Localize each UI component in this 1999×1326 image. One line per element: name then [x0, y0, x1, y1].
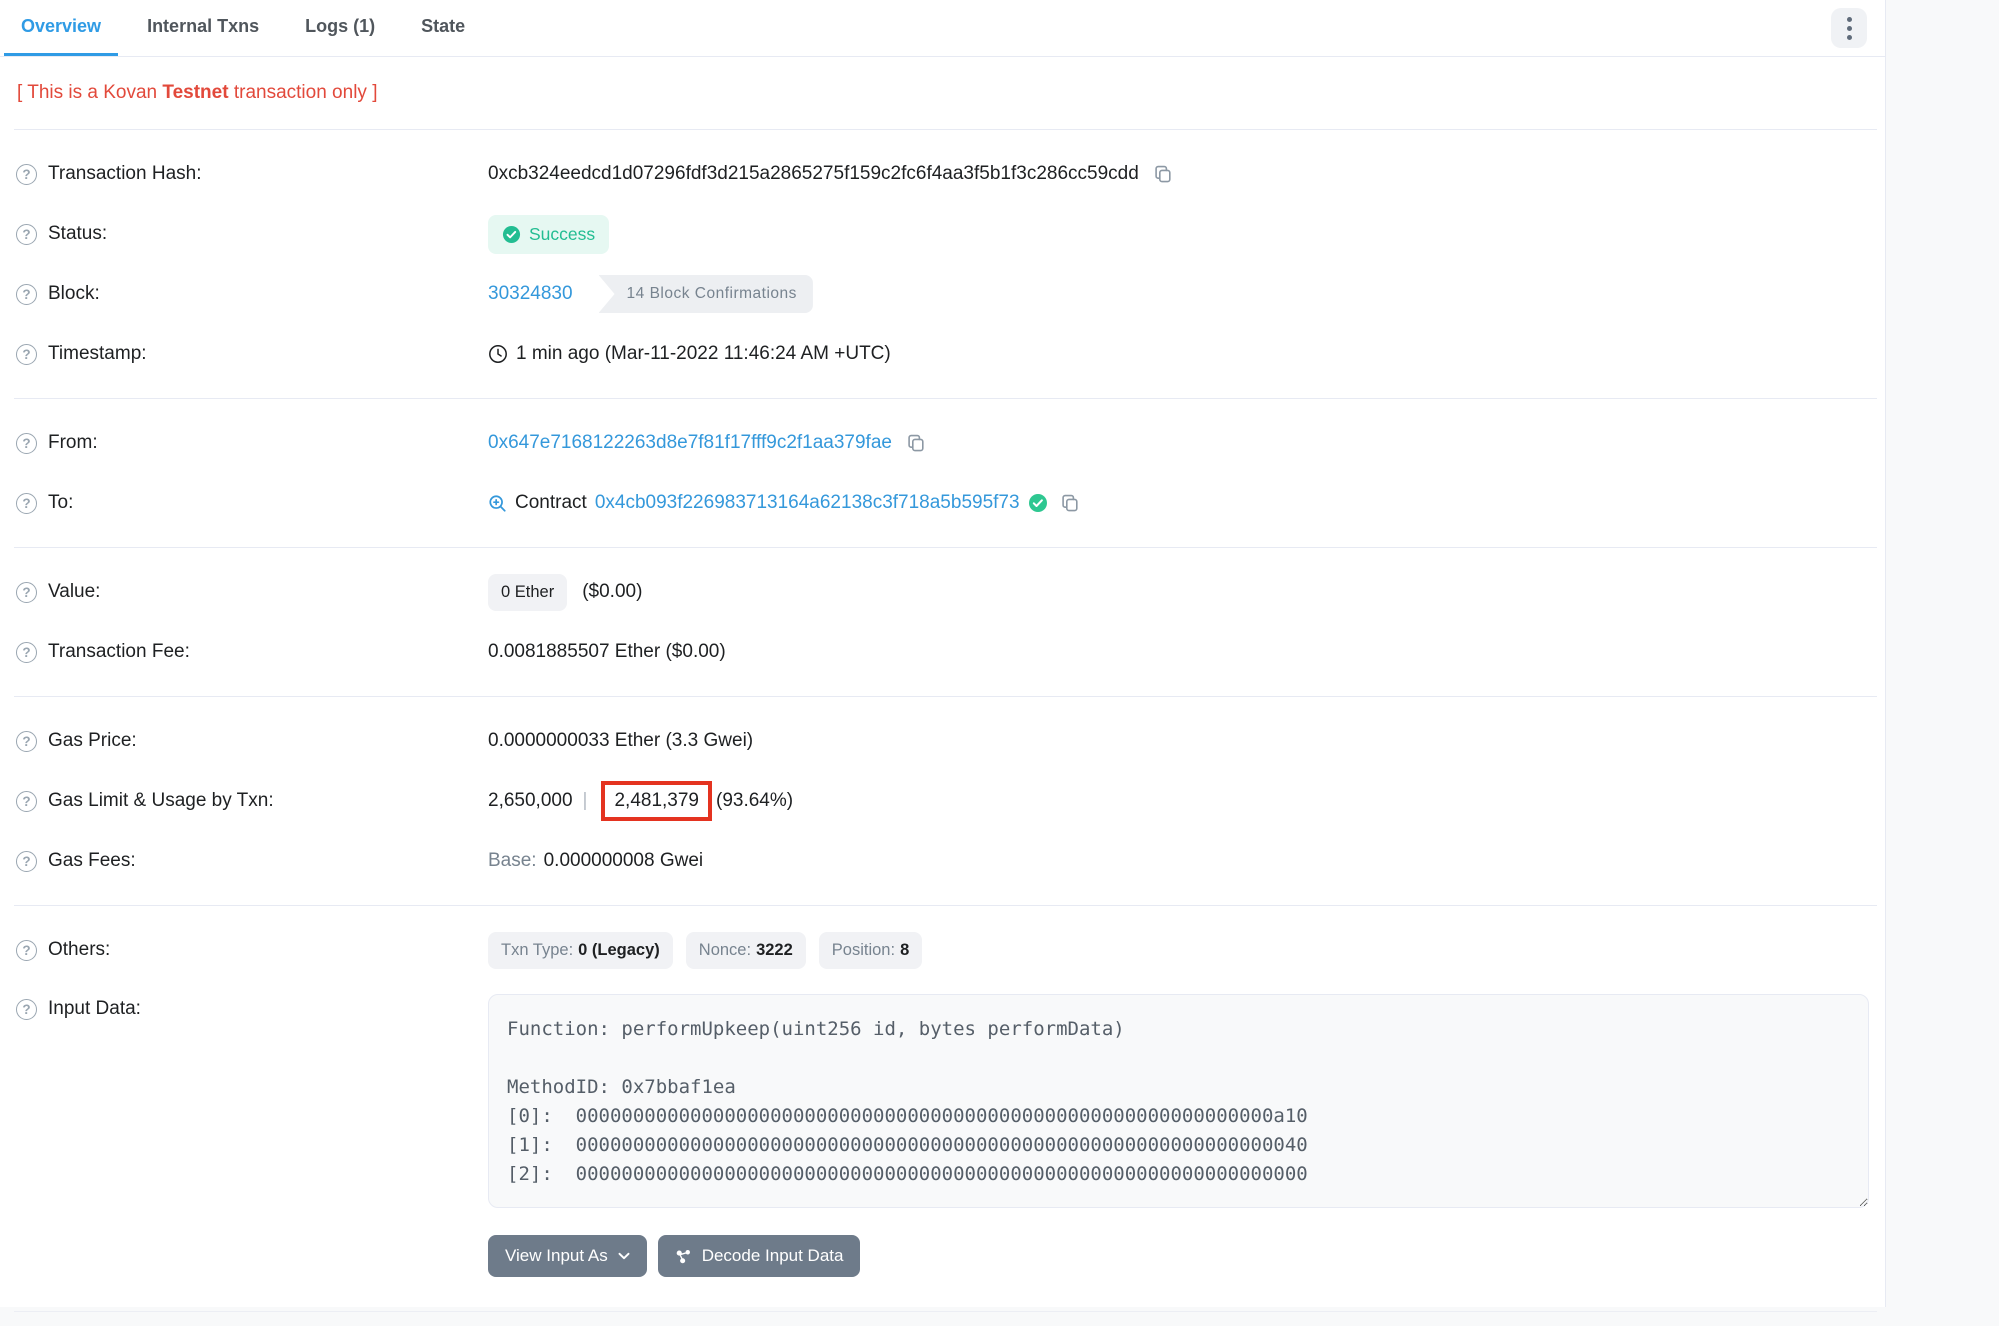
row-from: ? From: 0x647e7168122263d8e7f81f17fff9c2… — [0, 413, 1885, 473]
tab-internal-txns[interactable]: Internal Txns — [130, 0, 276, 56]
view-input-as-button[interactable]: View Input As — [488, 1235, 647, 1277]
gas-fees-base-value: 0.000000008 Gwei — [544, 850, 704, 872]
help-icon[interactable]: ? — [16, 344, 37, 365]
group-addresses: ? From: 0x647e7168122263d8e7f81f17fff9c2… — [0, 399, 1885, 547]
gas-limit-value: 2,650,000 — [488, 790, 573, 812]
gas-separator: | — [583, 790, 588, 812]
row-gas-price: ? Gas Price: 0.0000000033 Ether (3.3 Gwe… — [0, 711, 1885, 771]
tab-overview[interactable]: Overview — [4, 0, 118, 56]
warning-suffix: transaction only ] — [229, 82, 378, 103]
gas-price-label: Gas Price: — [48, 730, 137, 752]
transaction-fee-value: 0.0081885507 Ether ($0.00) — [488, 641, 726, 663]
tab-bar: Overview Internal Txns Logs (1) State — [0, 0, 1885, 57]
help-icon[interactable]: ? — [16, 999, 37, 1020]
value-usd: ($0.00) — [582, 581, 642, 603]
row-gas-fees: ? Gas Fees: Base: 0.000000008 Gwei — [0, 831, 1885, 891]
timestamp-label: Timestamp: — [48, 343, 147, 365]
help-icon[interactable]: ? — [16, 582, 37, 603]
row-status: ? Status: Success — [0, 204, 1885, 264]
copy-icon[interactable] — [906, 433, 926, 453]
help-icon[interactable]: ? — [16, 642, 37, 663]
row-gas-limit-usage: ? Gas Limit & Usage by Txn: 2,650,000 | … — [0, 771, 1885, 831]
ether-value-badge: 0 Ether — [488, 574, 567, 611]
help-icon[interactable]: ? — [16, 851, 37, 872]
copy-icon[interactable] — [1060, 493, 1080, 513]
timestamp-value: 1 min ago (Mar-11-2022 11:46:24 AM +UTC) — [516, 343, 891, 365]
from-address-link[interactable]: 0x647e7168122263d8e7f81f17fff9c2f1aa379f… — [488, 432, 892, 454]
group-value-fee: ? Value: 0 Ether ($0.00) ? Transaction F… — [0, 548, 1885, 696]
gas-price-value: 0.0000000033 Ether (3.3 Gwei) — [488, 730, 753, 752]
warning-bold: Testnet — [162, 82, 228, 103]
gas-used-percent: (93.64%) — [716, 790, 793, 812]
verified-check-icon — [1028, 493, 1048, 513]
chevron-down-icon — [618, 1252, 630, 1260]
help-icon[interactable]: ? — [16, 493, 37, 514]
kebab-menu-button[interactable] — [1831, 8, 1867, 48]
row-others: ? Others: Txn Type: 0 (Legacy) Nonce: 32… — [0, 920, 1885, 980]
block-number-link[interactable]: 30324830 — [488, 283, 573, 305]
decode-icon — [675, 1248, 692, 1265]
transaction-fee-label: Transaction Fee: — [48, 641, 190, 663]
others-label: Others: — [48, 939, 110, 961]
status-value: Success — [529, 224, 595, 245]
input-data-textarea[interactable]: Function: performUpkeep(uint256 id, byte… — [488, 994, 1869, 1208]
block-label: Block: — [48, 283, 100, 305]
kebab-dots-icon — [1847, 17, 1852, 22]
status-label: Status: — [48, 223, 107, 245]
row-value: ? Value: 0 Ether ($0.00) — [0, 562, 1885, 622]
tab-logs[interactable]: Logs (1) — [288, 0, 392, 56]
tabs: Overview Internal Txns Logs (1) State — [4, 0, 494, 56]
clock-icon — [488, 344, 508, 364]
gas-used-highlight-box: 2,481,379 — [601, 781, 712, 821]
row-input-data: ? Input Data: Function: performUpkeep(ui… — [0, 980, 1885, 1283]
warning-prefix: [ This is a Kovan — [17, 82, 162, 103]
block-confirmations-badge: 14 Block Confirmations — [599, 275, 813, 313]
gas-fees-base-label: Base: — [488, 850, 537, 872]
decode-input-data-button[interactable]: Decode Input Data — [658, 1235, 861, 1277]
status-badge: Success — [488, 215, 609, 254]
help-icon[interactable]: ? — [16, 791, 37, 812]
value-label: Value: — [48, 581, 100, 603]
input-data-label: Input Data: — [48, 998, 141, 1020]
check-circle-icon — [502, 225, 521, 244]
help-icon[interactable]: ? — [16, 224, 37, 245]
txn-type-badge: Txn Type: 0 (Legacy) — [488, 932, 673, 969]
from-label: From: — [48, 432, 98, 454]
row-transaction-hash: ? Transaction Hash: 0xcb324eedcd1d07296f… — [0, 144, 1885, 204]
row-timestamp: ? Timestamp: 1 min ago (Mar-11-2022 11:4… — [0, 324, 1885, 384]
input-data-actions: View Input As Decode Input Data — [488, 1235, 1869, 1277]
help-icon[interactable]: ? — [16, 284, 37, 305]
help-icon[interactable]: ? — [16, 433, 37, 454]
divider — [14, 1311, 1877, 1312]
to-label: To: — [48, 492, 73, 514]
to-contract-prefix: Contract — [515, 492, 587, 514]
group-others-input: ? Others: Txn Type: 0 (Legacy) Nonce: 32… — [0, 906, 1885, 1326]
transaction-hash-value: 0xcb324eedcd1d07296fdf3d215a2865275f159c… — [488, 163, 1139, 185]
row-transaction-fee: ? Transaction Fee: 0.0081885507 Ether ($… — [0, 622, 1885, 682]
tab-state[interactable]: State — [404, 0, 482, 56]
row-to: ? To: Contract 0x4cb093f226983713164a621… — [0, 473, 1885, 533]
copy-icon[interactable] — [1153, 164, 1173, 184]
gas-limit-label: Gas Limit & Usage by Txn: — [48, 790, 274, 812]
help-icon[interactable]: ? — [16, 164, 37, 185]
nonce-badge: Nonce: 3222 — [686, 932, 806, 969]
to-address-link[interactable]: 0x4cb093f226983713164a62138c3f718a5b595f… — [595, 492, 1020, 514]
testnet-warning: [ This is a Kovan Testnet transaction on… — [0, 57, 1885, 129]
row-block: ? Block: 30324830 14 Block Confirmations — [0, 264, 1885, 324]
magnifier-icon — [488, 494, 507, 513]
group-summary: ? Transaction Hash: 0xcb324eedcd1d07296f… — [0, 130, 1885, 398]
help-icon[interactable]: ? — [16, 731, 37, 752]
transaction-overview-card: Overview Internal Txns Logs (1) State [ … — [0, 0, 1886, 1307]
transaction-hash-label: Transaction Hash: — [48, 163, 201, 185]
gas-used-value: 2,481,379 — [614, 790, 699, 811]
group-gas: ? Gas Price: 0.0000000033 Ether (3.3 Gwe… — [0, 697, 1885, 905]
help-icon[interactable]: ? — [16, 940, 37, 961]
position-badge: Position: 8 — [819, 932, 922, 969]
gas-fees-label: Gas Fees: — [48, 850, 136, 872]
